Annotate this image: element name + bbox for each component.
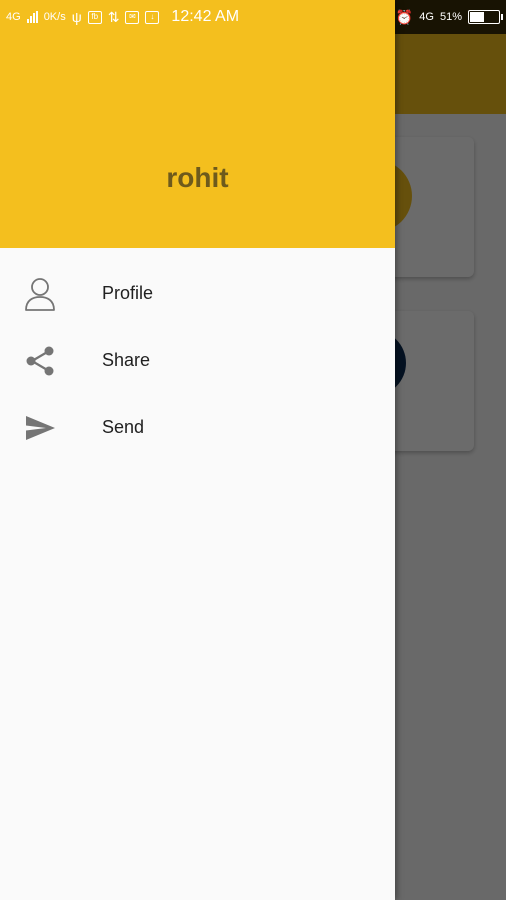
drawer-item-profile[interactable]: Profile — [0, 260, 395, 327]
drawer-header: rohit — [0, 0, 395, 248]
screen: rohit Profile Share Send 4G 0K/s ψ fb ⇅ … — [0, 0, 506, 900]
drawer-menu: Profile Share Send — [0, 260, 395, 461]
battery-percent: 51% — [439, 11, 462, 23]
download-icon: ↓ — [145, 10, 160, 24]
send-icon — [22, 410, 58, 446]
notification-icon: fb — [87, 10, 102, 24]
share-icon — [22, 343, 58, 379]
sync-icon: ⇅ — [107, 8, 120, 25]
drawer-username: rohit — [166, 162, 229, 193]
usb-icon: ψ — [71, 9, 82, 25]
signal-icon — [26, 11, 38, 23]
drawer-item-label: Profile — [102, 283, 154, 303]
network-type-label: 4G — [419, 11, 434, 23]
data-speed: 0K/s — [43, 11, 66, 23]
battery-level — [470, 12, 485, 22]
drawer-item-label: Share — [102, 350, 151, 370]
drawer-item-label: Send — [102, 417, 145, 437]
mail-icon: ✉ — [125, 10, 140, 24]
alarm-off-icon: ⏰ — [395, 8, 414, 25]
drawer-item-send[interactable]: Send — [0, 394, 395, 461]
battery-icon — [468, 10, 503, 24]
navigation-drawer: rohit Profile Share Send — [0, 0, 395, 900]
status-bar: 4G 0K/s ψ fb ⇅ ✉ ↓ 12:42 AM ⏰ 4G 51% — [0, 0, 506, 34]
network-type-label: 4G — [6, 11, 21, 23]
clock: 12:42 AM — [171, 8, 240, 25]
person-icon — [22, 276, 58, 312]
drawer-item-share[interactable]: Share — [0, 327, 395, 394]
